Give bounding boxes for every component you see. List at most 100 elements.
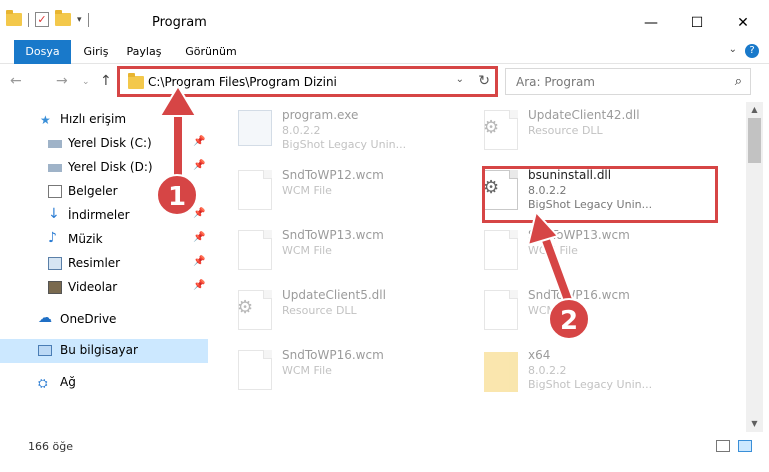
sidebar-item-quick-access[interactable]: ★ Hızlı erişim bbox=[0, 108, 208, 132]
file-highlight-box bbox=[482, 166, 718, 223]
sidebar-item-label: Yerel Disk (D:) bbox=[68, 160, 153, 174]
folder-icon bbox=[484, 352, 518, 392]
file-icon bbox=[238, 350, 272, 390]
file-icon bbox=[238, 230, 272, 270]
sidebar-item-disk-c[interactable]: Yerel Disk (C:) 📌 bbox=[0, 132, 208, 156]
back-arrow-icon[interactable]: ← bbox=[10, 73, 22, 89]
videos-icon bbox=[48, 281, 62, 294]
scrollbar-thumb[interactable] bbox=[748, 118, 761, 163]
sidebar-item-label: Müzik bbox=[68, 232, 103, 246]
title-bar: ✓ ▾ Program — ☐ ✕ bbox=[0, 0, 769, 40]
tab-giris[interactable]: Giriş bbox=[80, 40, 112, 64]
file-name: SndToWP13.wcm bbox=[282, 228, 384, 242]
sidebar-item-label: İndirmeler bbox=[68, 208, 130, 222]
gear-icon: ⚙ bbox=[237, 297, 254, 318]
file-icon bbox=[484, 290, 518, 330]
step-1-badge: 1 bbox=[156, 174, 198, 216]
folder-icon bbox=[6, 10, 22, 26]
file-list: program.exe 8.0.2.2 BigShot Legacy Unin.… bbox=[210, 102, 746, 432]
minimize-button[interactable]: — bbox=[628, 8, 674, 38]
documents-icon bbox=[48, 185, 62, 198]
address-highlight-box bbox=[117, 66, 498, 97]
pictures-icon bbox=[48, 257, 62, 270]
sidebar-item-label: Resimler bbox=[68, 256, 121, 270]
list-item[interactable]: SndToWP13.wcm WCM File bbox=[474, 222, 714, 278]
vertical-scrollbar[interactable]: ▲ ▼ bbox=[746, 102, 763, 432]
scroll-down-icon[interactable]: ▼ bbox=[746, 416, 763, 432]
customize-toolbar-icon[interactable]: ▾ bbox=[77, 15, 82, 25]
sidebar-item-this-pc[interactable]: Bu bilgisayar bbox=[0, 339, 208, 363]
search-placeholder[interactable]: Ara: Program bbox=[516, 75, 595, 89]
chevron-down-icon[interactable]: ⌄ bbox=[729, 44, 737, 55]
ribbon: Dosya Giriş Paylaş Görünüm ⌄ ? bbox=[0, 40, 769, 64]
sidebar-item-label: Ağ bbox=[60, 375, 76, 389]
details-view-icon[interactable] bbox=[716, 440, 730, 452]
large-icons-view-icon[interactable] bbox=[738, 440, 752, 452]
sidebar-item-label: Yerel Disk (C:) bbox=[68, 136, 152, 150]
new-folder-icon[interactable] bbox=[55, 10, 71, 26]
search-box[interactable]: Ara: Program ⌕ bbox=[505, 68, 751, 95]
status-bar: 166 öğe bbox=[0, 432, 769, 472]
pin-icon[interactable]: 📌 bbox=[193, 208, 205, 219]
sidebar-item-videos[interactable]: Videolar 📌 bbox=[0, 276, 208, 300]
file-name: SndToWP13.wcm bbox=[528, 228, 630, 242]
search-icon[interactable]: ⌕ bbox=[735, 74, 742, 89]
tab-gorunum[interactable]: Görünüm bbox=[180, 40, 242, 64]
file-name: UpdateClient5.dll bbox=[282, 288, 386, 302]
file-name: SndToWP12.wcm bbox=[282, 168, 384, 182]
sidebar-item-pictures[interactable]: Resimler 📌 bbox=[0, 252, 208, 276]
pin-icon[interactable]: 📌 bbox=[193, 280, 205, 291]
sidebar-item-label: Hızlı erişim bbox=[60, 112, 127, 126]
maximize-button[interactable]: ☐ bbox=[674, 8, 720, 38]
sidebar-item-label: Bu bilgisayar bbox=[60, 343, 138, 357]
file-description: BigShot Legacy Unin... bbox=[528, 378, 653, 391]
sidebar-item-music[interactable]: ♪ Müzik 📌 bbox=[0, 228, 208, 252]
tab-paylas[interactable]: Paylaş bbox=[122, 40, 166, 64]
list-item[interactable]: ⚙ UpdateClient5.dll Resource DLL bbox=[228, 282, 468, 338]
sidebar-item-onedrive[interactable]: ☁ OneDrive bbox=[0, 308, 208, 332]
list-item[interactable]: SndToWP12.wcm WCM File bbox=[228, 162, 468, 218]
file-type: WCM File bbox=[282, 364, 332, 377]
pin-icon[interactable]: 📌 bbox=[193, 160, 205, 171]
drive-icon bbox=[48, 140, 62, 148]
file-version: 8.0.2.2 bbox=[528, 364, 567, 377]
up-arrow-icon[interactable]: ↑ bbox=[100, 73, 112, 89]
scroll-up-icon[interactable]: ▲ bbox=[746, 102, 763, 118]
file-type: WCM File bbox=[282, 184, 332, 197]
pin-icon[interactable]: 📌 bbox=[193, 256, 205, 267]
close-button[interactable]: ✕ bbox=[720, 8, 766, 38]
sidebar-item-network[interactable]: ⛭ Ağ bbox=[0, 371, 208, 395]
exe-icon bbox=[238, 110, 272, 146]
network-icon: ⛭ bbox=[38, 376, 48, 390]
file-version: 8.0.2.2 bbox=[282, 124, 321, 137]
file-icon bbox=[484, 230, 518, 270]
file-name: program.exe bbox=[282, 108, 359, 122]
file-name: SndToWP16.wcm bbox=[282, 348, 384, 362]
forward-arrow-icon[interactable]: → bbox=[56, 73, 68, 89]
list-item[interactable]: x64 8.0.2.2 BigShot Legacy Unin... bbox=[474, 342, 714, 398]
cloud-icon: ☁ bbox=[38, 310, 52, 326]
step-2-badge: 2 bbox=[548, 298, 590, 340]
recent-locations-icon[interactable]: ⌄ bbox=[82, 77, 90, 87]
download-icon: ↓ bbox=[48, 206, 60, 222]
help-icon[interactable]: ? bbox=[745, 44, 759, 58]
file-type: Resource DLL bbox=[282, 304, 357, 317]
star-icon: ★ bbox=[40, 113, 51, 127]
window-title: Program bbox=[152, 15, 207, 30]
pin-icon[interactable]: 📌 bbox=[193, 136, 205, 147]
drive-icon bbox=[48, 164, 62, 172]
sidebar-item-label: OneDrive bbox=[60, 312, 117, 326]
list-item[interactable]: SndToWP13.wcm WCM File bbox=[228, 222, 468, 278]
item-count: 166 öğe bbox=[28, 440, 73, 453]
properties-icon[interactable]: ✓ bbox=[35, 12, 49, 27]
file-type: WCM File bbox=[282, 244, 332, 257]
pin-icon[interactable]: 📌 bbox=[193, 232, 205, 243]
file-name: UpdateClient42.dll bbox=[528, 108, 640, 122]
list-item[interactable]: ⚙ UpdateClient42.dll Resource DLL bbox=[474, 102, 714, 158]
tab-dosya[interactable]: Dosya bbox=[14, 40, 71, 64]
file-description: BigShot Legacy Unin... bbox=[282, 138, 407, 151]
list-item[interactable]: program.exe 8.0.2.2 BigShot Legacy Unin.… bbox=[228, 102, 468, 158]
navigation-pane: ★ Hızlı erişim Yerel Disk (C:) 📌 Yerel D… bbox=[0, 102, 208, 432]
list-item[interactable]: SndToWP16.wcm WCM File bbox=[474, 282, 714, 338]
list-item[interactable]: SndToWP16.wcm WCM File bbox=[228, 342, 468, 398]
